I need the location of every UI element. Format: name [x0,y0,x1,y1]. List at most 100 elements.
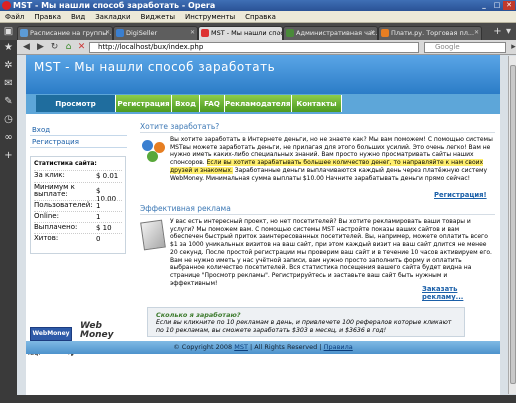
browser-window: MST - Мы нашли способ заработать - Opera… [0,0,516,403]
tab-schedule[interactable]: Расписание на группы ... ✕ [17,26,113,40]
order-ads-link[interactable]: Заказать рекламу... [422,285,495,301]
menu-widgets[interactable]: Виджеты [136,11,180,23]
back-icon[interactable]: ◀ [21,42,32,53]
nav-advertisers[interactable]: Рекламодателям [225,95,296,112]
left-column: Вход Регистрация Статистика сайта: За кл… [26,122,132,357]
tab-menu-icon[interactable]: ▾ [503,26,514,37]
home-icon[interactable]: ⌂ [63,42,74,53]
opera-logo-icon [2,1,11,10]
webmoney-logo[interactable]: Web Money [80,322,124,342]
close-button[interactable]: ✕ [503,1,515,10]
history-clock-icon[interactable]: ◷ [3,114,14,125]
address-bar: ◀ ▶ ↻ ⌂ ✕ http://localhost/bux/index.php… [17,40,516,55]
stats-value: 1 [96,213,101,221]
section-heading-ads: Эффективная реклама [140,204,231,213]
divider [30,147,127,148]
mail-icon[interactable]: ✉ [3,78,14,89]
divider [30,135,127,136]
menu-bookmarks[interactable]: Закладки [90,11,135,23]
tab-label: Расписание на группы ... [30,29,113,37]
opera-panel-sidebar: ★ ✲ ✉ ✎ ◷ ∞ + [0,40,17,395]
url-field[interactable]: http://localhost/bux/index.php [89,42,419,53]
title-bar: MST - Мы нашли способ заработать - Opera… [0,0,516,11]
nav-register[interactable]: Регистрация [116,95,172,112]
nav-contacts[interactable]: Контакты [292,95,342,112]
tab-close-icon[interactable]: ✕ [190,27,195,39]
tab-plati[interactable]: Плати.ру. Торговая пл... ✕ [378,26,482,40]
footer-rights: | All Rights Reserved | [250,343,322,351]
tab-label: DigiSeller [126,29,158,37]
site-container: MST - Мы нашли способ заработать Просмот… [26,55,500,395]
tab-close-icon[interactable]: ✕ [474,27,479,39]
menu-tools[interactable]: Инструменты [180,11,240,23]
stats-row: Пользователей: 1 [34,200,122,211]
url-text: http://localhost/bux/index.php [98,43,204,51]
search-field[interactable]: Google [424,42,506,53]
tab-bar: ▣ Расписание на группы ... ✕ DigiSeller … [0,23,516,40]
window-title: MST - Мы нашли способ заработать - Opera [13,1,216,10]
footer-brand-link[interactable]: MST [234,343,248,351]
nav-login[interactable]: Вход [172,95,200,112]
menu-help[interactable]: Справка [240,11,281,23]
divider [140,132,495,133]
left-link-login[interactable]: Вход [32,126,50,134]
section-text-ads: У вас есть интересный проект, но нет пос… [170,218,492,287]
tab-label: MST - Мы нашли спос... [211,29,283,37]
stats-key: За клик: [34,171,65,179]
stats-key: Пользователей: [34,201,93,209]
tab-mst[interactable]: MST - Мы нашли спос... ✕ [198,26,283,40]
nav-faq[interactable]: FAQ [200,95,225,112]
section-heading-earn: Хотите заработать? [140,122,220,131]
tab-favicon-icon [20,29,28,37]
speed-dial-icon[interactable]: ▣ [3,26,14,37]
tab-close-icon[interactable]: ✕ [105,27,110,39]
stats-row: За клик: $ 0.01 [34,170,122,182]
links-chain-icon[interactable]: ∞ [3,132,14,143]
tab-close-icon[interactable]: ✕ [275,27,280,39]
footer-copyright: © Copyright 2008 [173,343,233,351]
section-text-earn: Вы хотите заработать в Интернете деньги,… [170,136,493,182]
stats-key: Хитов: [34,234,59,242]
forward-icon[interactable]: ▶ [35,42,46,53]
tab-close-icon[interactable]: ✕ [370,27,375,39]
widgets-gear-icon[interactable]: ✲ [3,60,14,71]
search-go-icon[interactable]: ▸ [508,42,516,53]
status-bar [0,395,516,403]
stats-row: Выплачено: $ 10 [34,222,122,233]
add-panel-icon[interactable]: + [3,150,14,161]
tab-favicon-icon [381,29,389,37]
footer-rules-link[interactable]: Правила [324,343,353,351]
tab-admin[interactable]: Административная час... ✕ [283,26,378,40]
divider [140,214,495,215]
menu-file[interactable]: Файл [0,11,29,23]
nav-view-ads[interactable]: Просмотр рекламы [36,95,116,125]
tab-label: Плати.ру. Торговая пл... [391,29,475,37]
register-link[interactable]: Регистрация! [434,191,487,199]
stop-icon[interactable]: ✕ [76,42,87,53]
page-scrollbar[interactable] [508,56,516,394]
reload-icon[interactable]: ↻ [49,42,60,53]
stats-key: Online: [34,212,59,220]
left-link-register[interactable]: Регистрация [32,138,79,146]
stats-value: 0 [96,235,101,243]
menu-edit[interactable]: Правка [29,11,66,23]
stats-row: Хитов: 0 [34,233,122,244]
page-viewport: MST - Мы нашли способ заработать Просмот… [17,55,516,395]
notes-icon[interactable]: ✎ [3,96,14,107]
webmoney-badge[interactable]: WebMoney [30,327,72,341]
stats-row: Минимум к выплате: $ 10.00 [34,182,122,203]
minimize-button[interactable]: _ [478,1,490,10]
new-tab-icon[interactable]: + [492,26,503,37]
tab-digiseller[interactable]: DigiSeller ✕ [113,26,198,40]
menu-view[interactable]: Вид [66,11,90,23]
search-placeholder: Google [435,43,460,51]
people-icon [142,140,166,164]
scrollbar-thumb[interactable] [510,65,516,384]
stats-value: $ 0.01 [96,172,119,180]
bookmarks-star-icon[interactable]: ★ [3,42,14,53]
stats-key: Выплачено: [34,223,78,231]
tab-label: Административная час... [296,29,378,37]
earnings-promo-box: Сколько я заработаю? Если вы кликните по… [147,307,465,337]
maximize-button[interactable]: □ [491,1,503,10]
site-footer: © Copyright 2008 MST | All Rights Reserv… [26,341,500,354]
